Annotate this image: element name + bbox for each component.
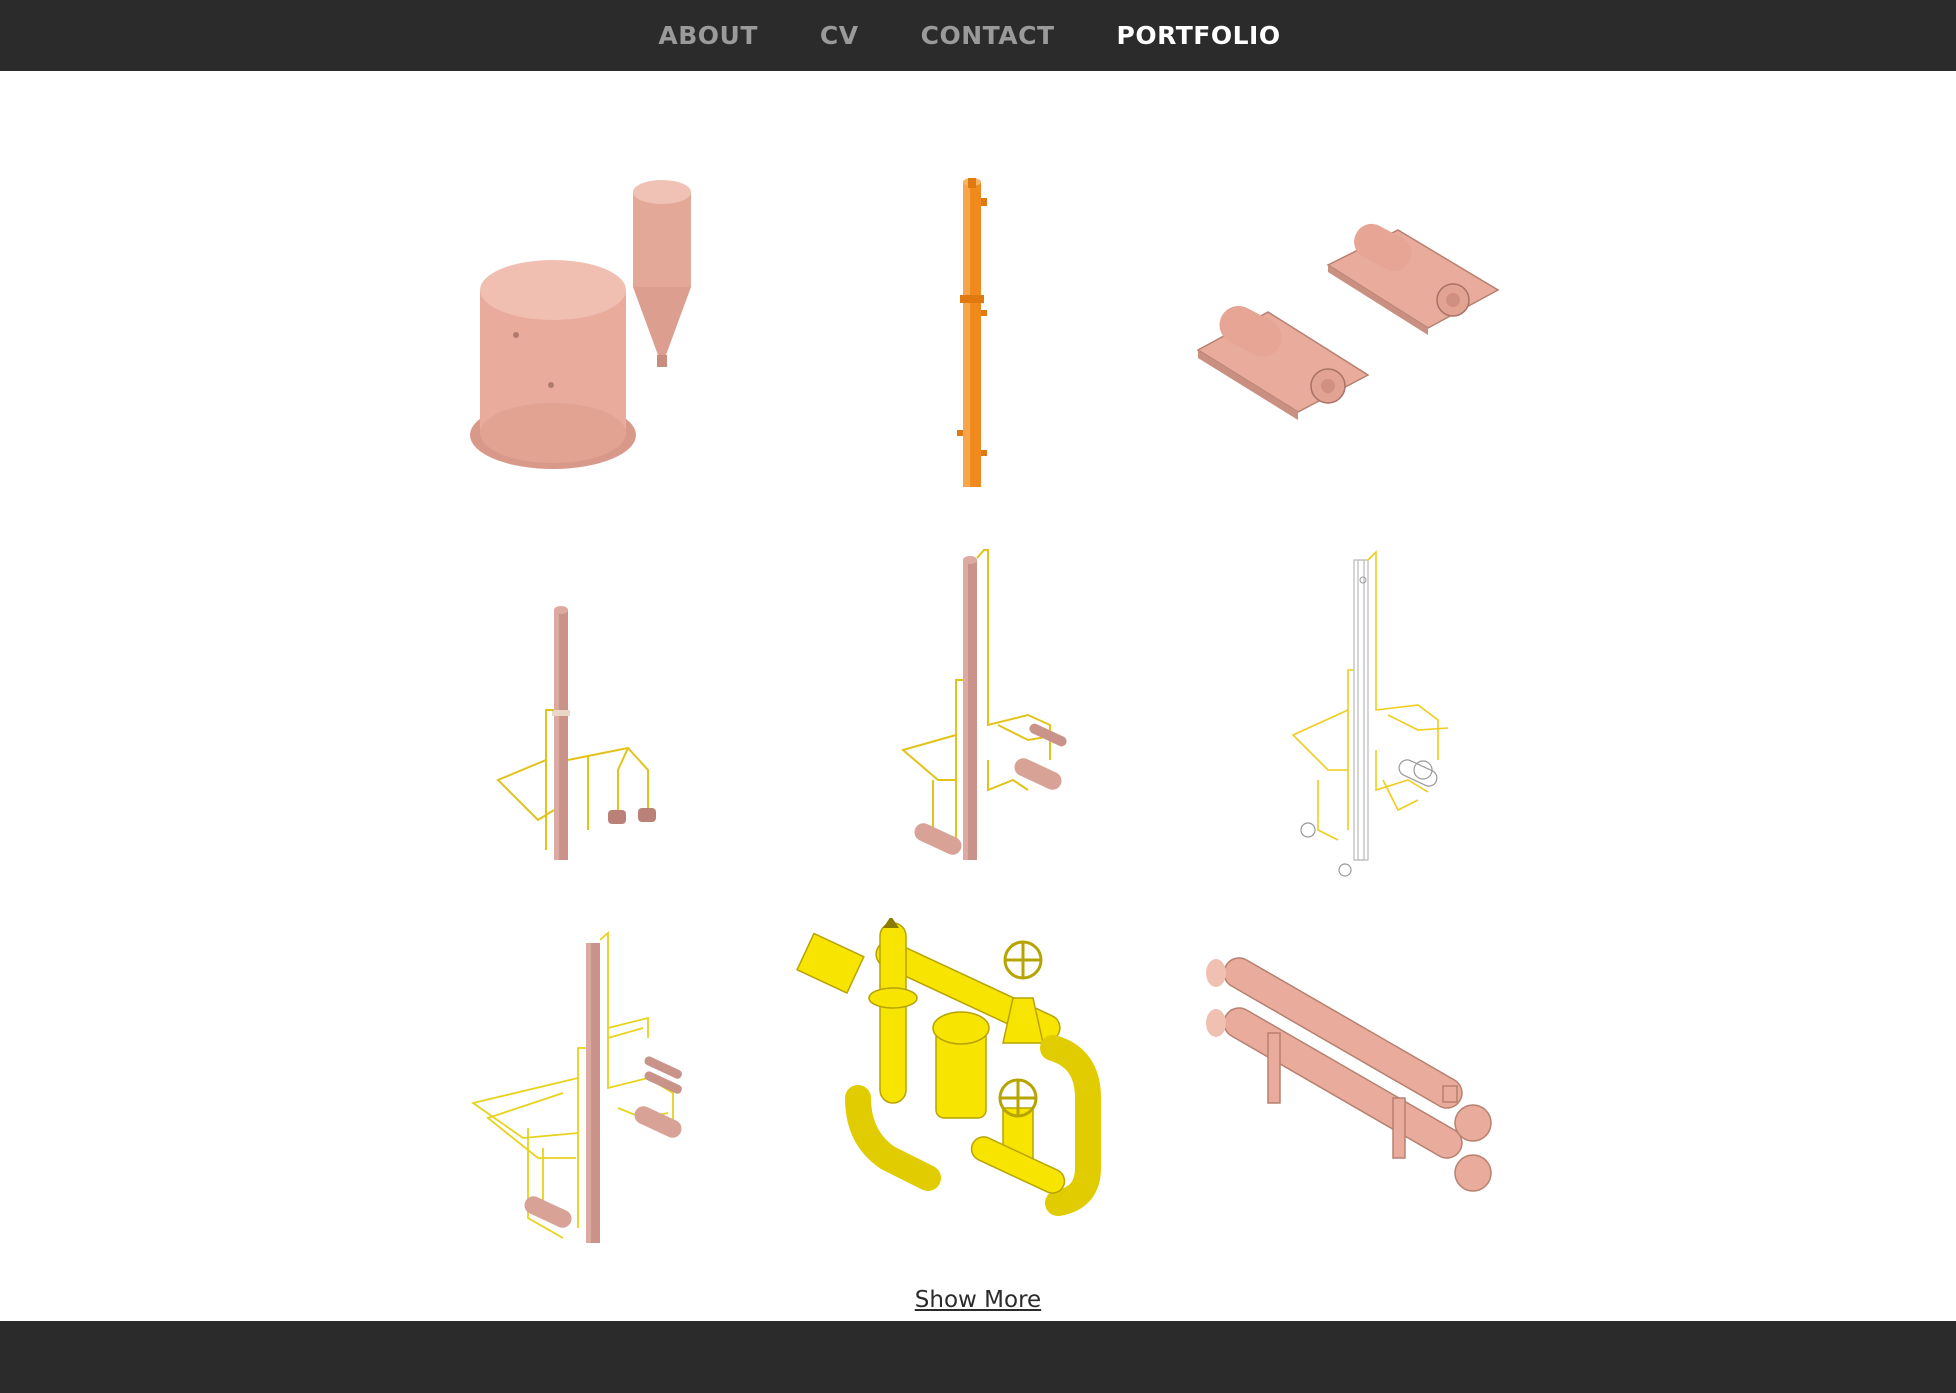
gallery-item-orange-column[interactable] <box>788 150 1168 508</box>
gallery-item-heat-exchangers[interactable] <box>1168 918 1548 1276</box>
gallery-item-yellow-valve-manifold[interactable] <box>788 918 1168 1276</box>
orange-column-image <box>957 178 987 487</box>
gallery-item-column-piping-exchangers[interactable] <box>788 530 1168 888</box>
heat-exchangers-image <box>1206 957 1492 1192</box>
yellow-valve-manifold-image <box>796 918 1101 1216</box>
portfolio-gallery <box>0 0 1956 1393</box>
wireframe-column-piping-image <box>1291 550 1449 877</box>
show-more-container: Show More <box>0 1287 1956 1313</box>
gallery-item-pump-skids[interactable] <box>1168 150 1548 508</box>
show-more-link[interactable]: Show More <box>915 1287 1041 1313</box>
footer-bar <box>0 1321 1956 1393</box>
gallery-item-wireframe-column-piping[interactable] <box>1168 530 1548 888</box>
column-piping-exchangers-image <box>900 549 1067 860</box>
pump-skids-image <box>1196 223 1500 420</box>
